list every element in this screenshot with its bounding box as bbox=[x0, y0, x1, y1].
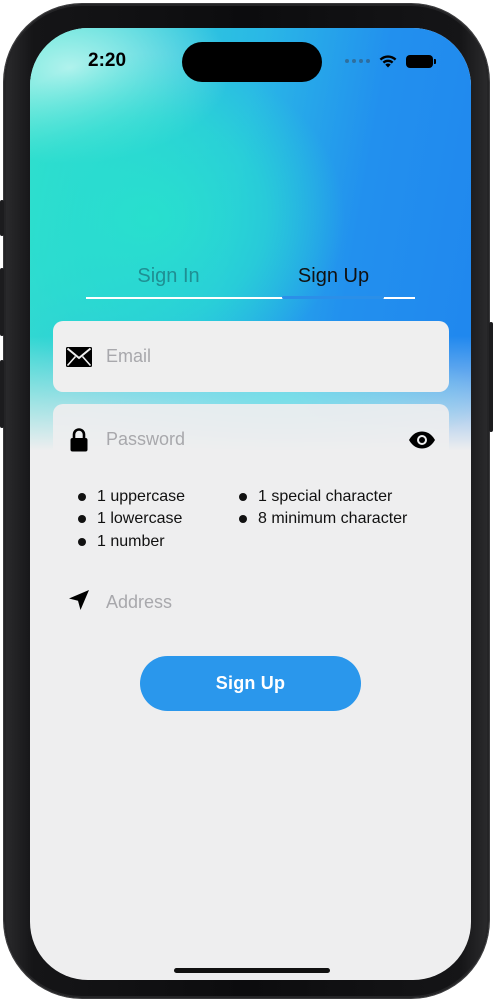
requirement-item: 8 minimum character bbox=[239, 510, 407, 528]
location-arrow-icon bbox=[67, 588, 93, 614]
sign-up-button[interactable]: Sign Up bbox=[140, 656, 361, 711]
requirement-text: 1 lowercase bbox=[97, 510, 183, 527]
email-field bbox=[53, 321, 449, 392]
battery-icon bbox=[406, 54, 436, 68]
dynamic-island bbox=[182, 42, 322, 82]
status-time: 2:20 bbox=[88, 50, 127, 71]
phone-frame: 2:20 Sign In Sign Up Email 1 uppercase 1… bbox=[0, 4, 493, 998]
wifi-icon bbox=[379, 55, 397, 68]
requirement-text: 1 special character bbox=[258, 488, 393, 505]
home-indicator[interactable] bbox=[174, 968, 330, 973]
envelope-icon bbox=[66, 344, 92, 370]
volume-up-button bbox=[0, 268, 4, 336]
status-icons bbox=[345, 54, 436, 68]
tab-sign-in[interactable]: Sign In bbox=[86, 256, 251, 296]
email-input[interactable] bbox=[106, 336, 389, 377]
cellular-signal-icon bbox=[345, 59, 370, 63]
bullet-icon bbox=[78, 515, 86, 523]
lock-icon bbox=[66, 427, 92, 453]
requirement-item: 1 number bbox=[78, 533, 165, 551]
tab-sign-up[interactable]: Sign Up bbox=[251, 256, 416, 296]
bullet-icon bbox=[239, 515, 247, 523]
requirement-text: 8 minimum character bbox=[258, 510, 408, 527]
bullet-icon bbox=[78, 493, 86, 501]
requirement-item: 1 special character bbox=[239, 488, 392, 506]
requirement-text: 1 number bbox=[97, 533, 165, 550]
app-screen: 2:20 Sign In Sign Up Email 1 uppercase 1… bbox=[30, 28, 471, 980]
eye-icon[interactable] bbox=[407, 425, 437, 455]
volume-down-button bbox=[0, 360, 4, 428]
bullet-icon bbox=[239, 493, 247, 501]
power-button bbox=[489, 322, 493, 432]
requirement-item: 1 lowercase bbox=[78, 510, 182, 528]
active-tab-indicator bbox=[282, 296, 384, 299]
requirement-text: 1 uppercase bbox=[97, 488, 186, 505]
password-field bbox=[53, 404, 449, 475]
auth-tabs: Sign In Sign Up bbox=[86, 256, 416, 300]
password-input[interactable] bbox=[106, 419, 389, 460]
address-input[interactable] bbox=[106, 582, 426, 622]
action-button bbox=[0, 200, 4, 236]
bullet-icon bbox=[78, 538, 86, 546]
requirement-item: 1 uppercase bbox=[78, 488, 185, 506]
address-field bbox=[53, 578, 449, 626]
